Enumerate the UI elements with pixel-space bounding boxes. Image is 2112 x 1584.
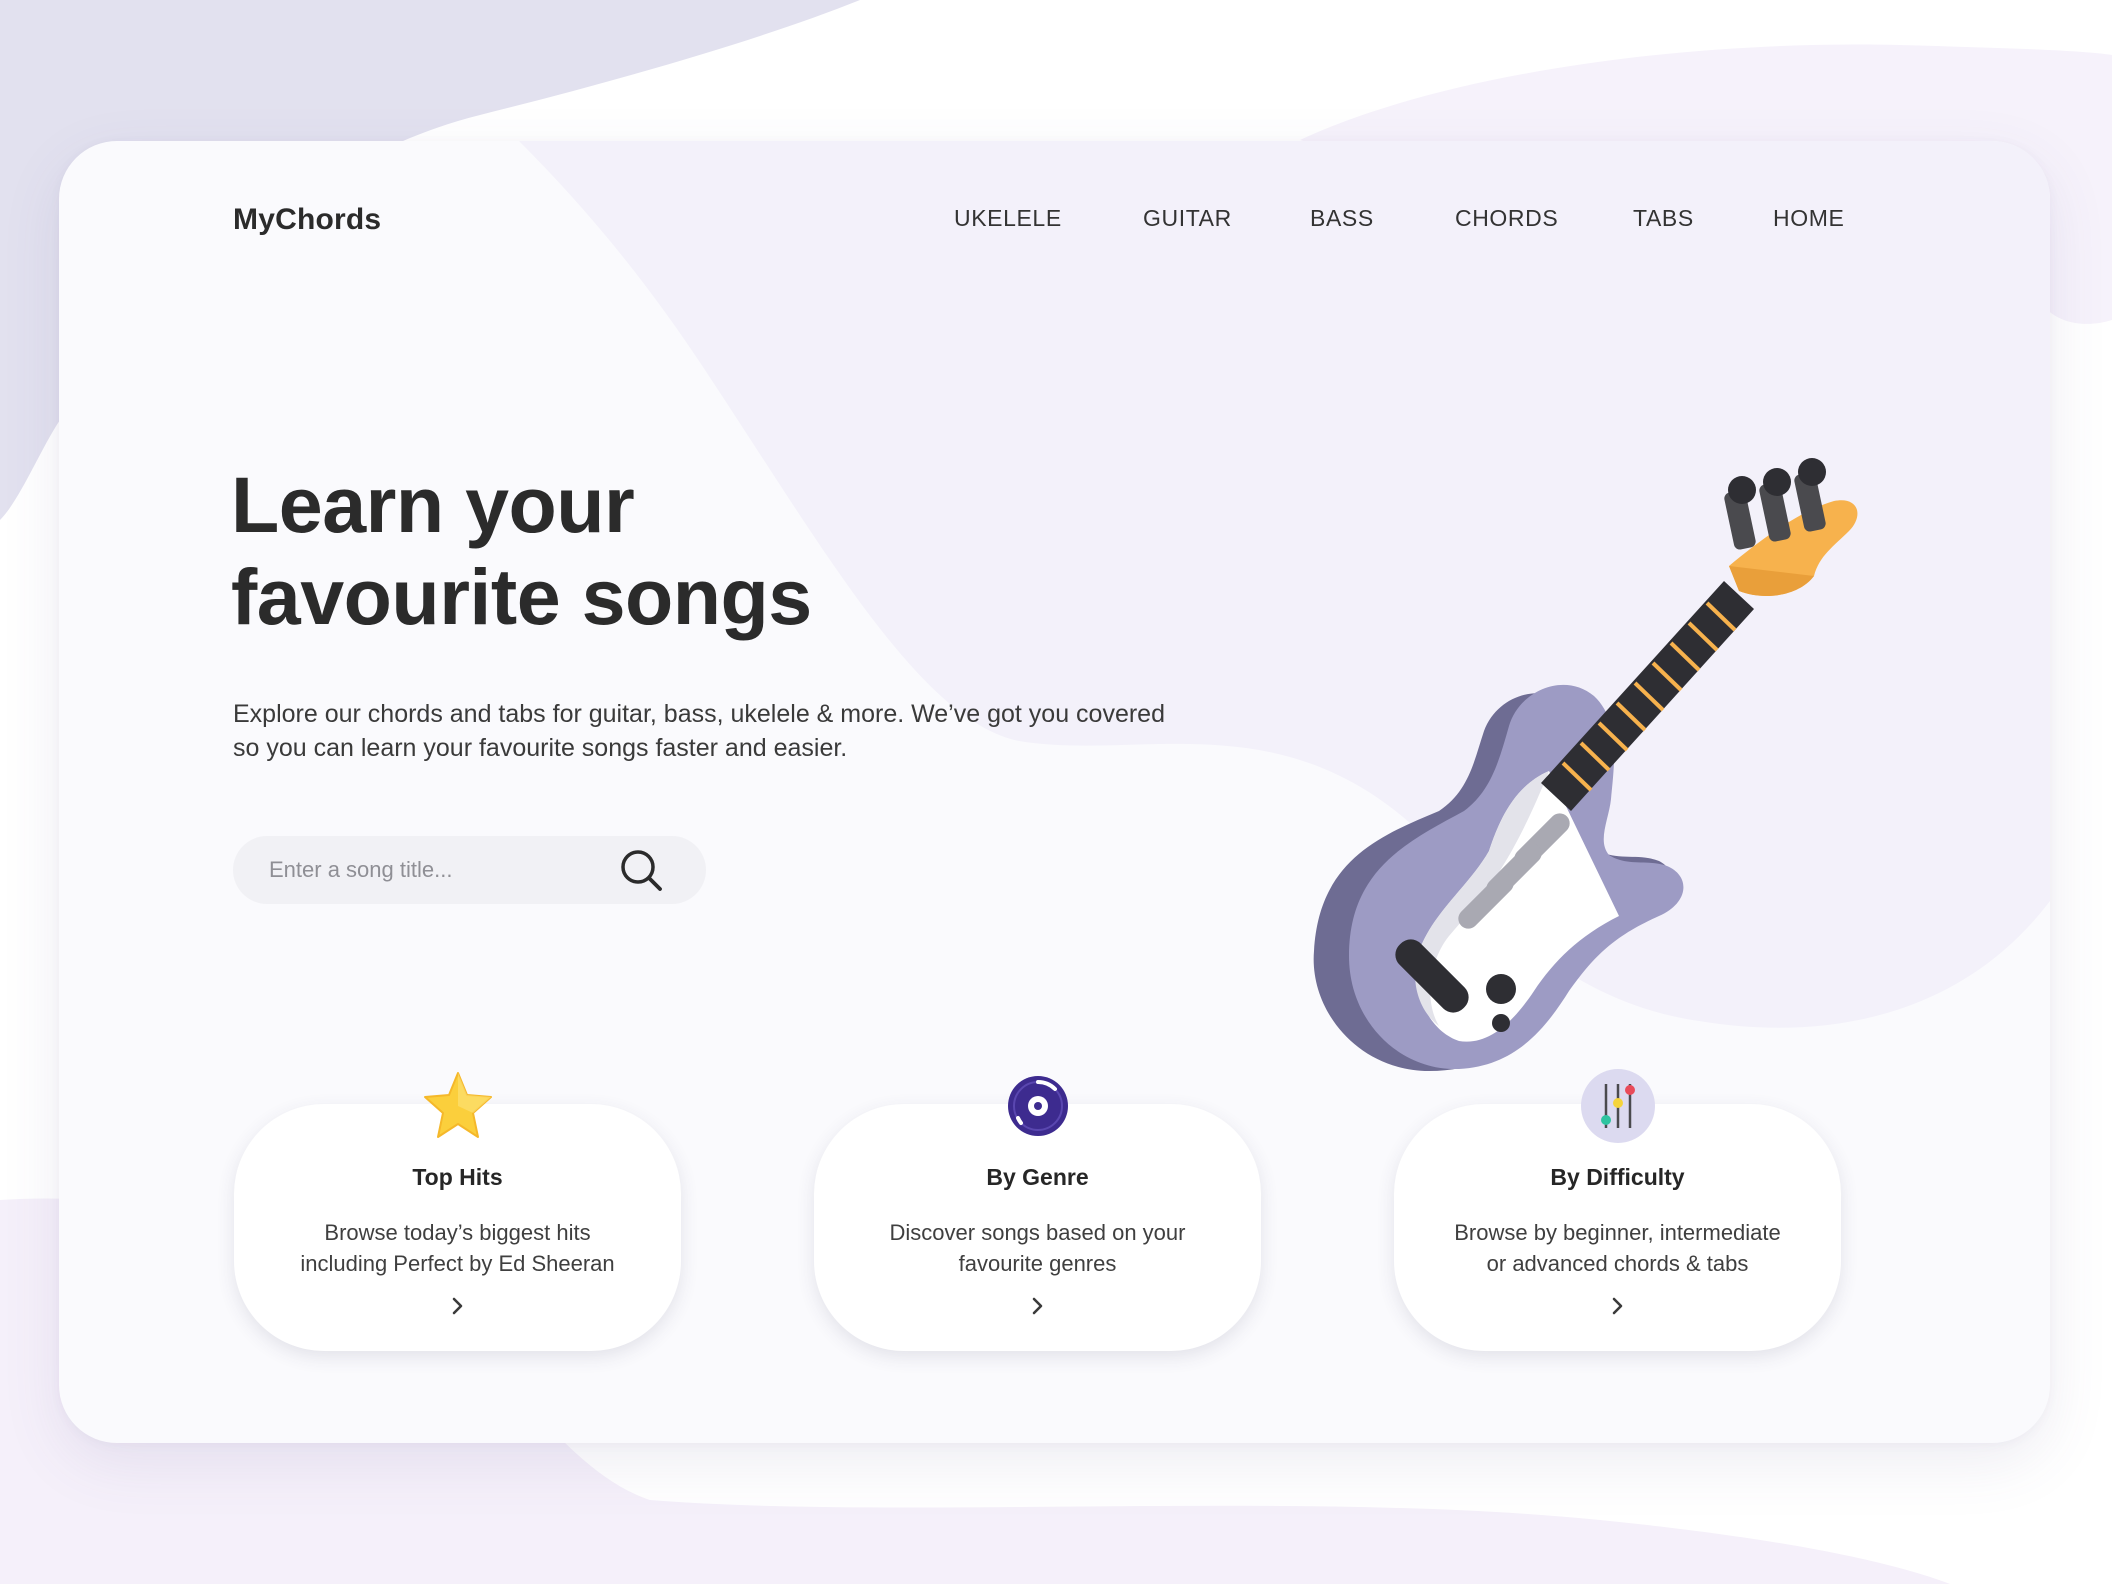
search-bar [233, 836, 706, 904]
nav-item-tabs[interactable]: TABS [1633, 205, 1694, 232]
feature-description-line: Browse by beginner, intermediate [1454, 1220, 1781, 1245]
feature-title: By Difficulty [1550, 1164, 1685, 1190]
chevron-right-icon[interactable] [1028, 1294, 1048, 1318]
hero-description-line: Explore our chords and tabs for guitar, … [233, 700, 1165, 728]
vinyl-disc-icon [1007, 1076, 1068, 1136]
feature-description-line: Browse today’s biggest hits [324, 1220, 591, 1245]
feature-card-by-genre[interactable]: By Genre Discover songs based on your fa… [814, 1076, 1261, 1351]
feature-description: Browse by beginner, intermediate or adva… [1394, 1217, 1841, 1279]
hero-description-line: so you can learn your favourite songs fa… [233, 734, 848, 762]
hero-title: Learn your favourite songs [231, 459, 812, 643]
main-card: MyChords UKELELE GUITAR BASS CHORDS TABS… [59, 141, 2050, 1443]
nav-item-guitar[interactable]: GUITAR [1143, 205, 1232, 232]
feature-card-by-difficulty[interactable]: By Difficulty Browse by beginner, interm… [1394, 1069, 1841, 1351]
feature-description-line: or advanced chords & tabs [1486, 1251, 1749, 1276]
hero-title-line: Learn your [231, 460, 635, 549]
nav-item-bass[interactable]: BASS [1310, 205, 1374, 232]
feature-title: By Genre [986, 1164, 1089, 1190]
search-input[interactable] [269, 850, 599, 890]
main-nav: UKELELE GUITAR BASS CHORDS TABS HOME [59, 205, 2050, 245]
hero-description: Explore our chords and tabs for guitar, … [233, 697, 1193, 765]
electric-guitar-icon [1313, 458, 1858, 1071]
nav-item-home[interactable]: HOME [1773, 205, 1844, 232]
feature-description-line: favourite genres [958, 1251, 1117, 1276]
feature-description-line: Discover songs based on your [889, 1220, 1186, 1245]
hero-title-line: favourite songs [231, 552, 812, 641]
feature-description: Browse today’s biggest hits including Pe… [234, 1217, 681, 1279]
search-icon[interactable] [617, 846, 665, 894]
chevron-right-icon[interactable] [448, 1294, 468, 1318]
feature-description-line: including Perfect by Ed Sheeran [300, 1251, 615, 1276]
star-icon [423, 1072, 492, 1138]
feature-card-top-hits[interactable]: Top Hits Browse today’s biggest hits inc… [234, 1072, 681, 1351]
sliders-icon [1580, 1069, 1655, 1143]
nav-item-chords[interactable]: CHORDS [1455, 205, 1558, 232]
feature-description: Discover songs based on your favourite g… [814, 1217, 1261, 1279]
feature-title: Top Hits [412, 1164, 503, 1190]
nav-item-ukelele[interactable]: UKELELE [954, 205, 1062, 232]
chevron-right-icon[interactable] [1608, 1294, 1628, 1318]
